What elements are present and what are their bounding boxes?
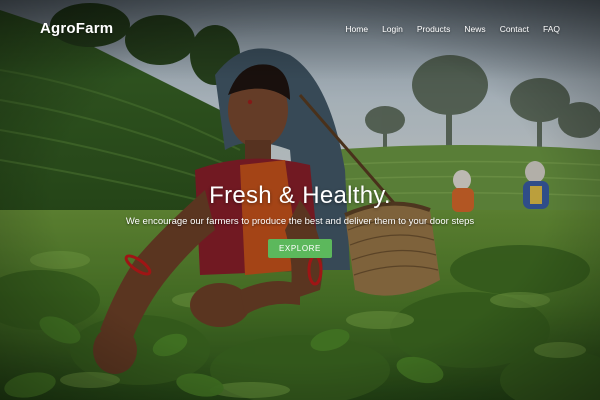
nav-link-news[interactable]: News: [464, 24, 485, 34]
nav-link-contact[interactable]: Contact: [500, 24, 529, 34]
nav-link-login[interactable]: Login: [382, 24, 403, 34]
brand-logo[interactable]: AgroFarm: [40, 20, 113, 37]
explore-button[interactable]: EXPLORE: [268, 239, 332, 258]
nav-link-faq[interactable]: FAQ: [543, 24, 560, 34]
hero-subtitle: We encourage our farmers to produce the …: [125, 216, 475, 227]
hero-content: Fresh & Healthy. We encourage our farmer…: [0, 182, 600, 258]
nav-link-products[interactable]: Products: [417, 24, 451, 34]
hero-title: Fresh & Healthy.: [209, 182, 391, 209]
top-navbar: AgroFarm Home Login Products News Contac…: [0, 0, 600, 60]
hero-section: AgroFarm Home Login Products News Contac…: [0, 0, 600, 400]
nav-link-home[interactable]: Home: [345, 24, 368, 34]
nav-links: Home Login Products News Contact FAQ: [345, 24, 560, 34]
